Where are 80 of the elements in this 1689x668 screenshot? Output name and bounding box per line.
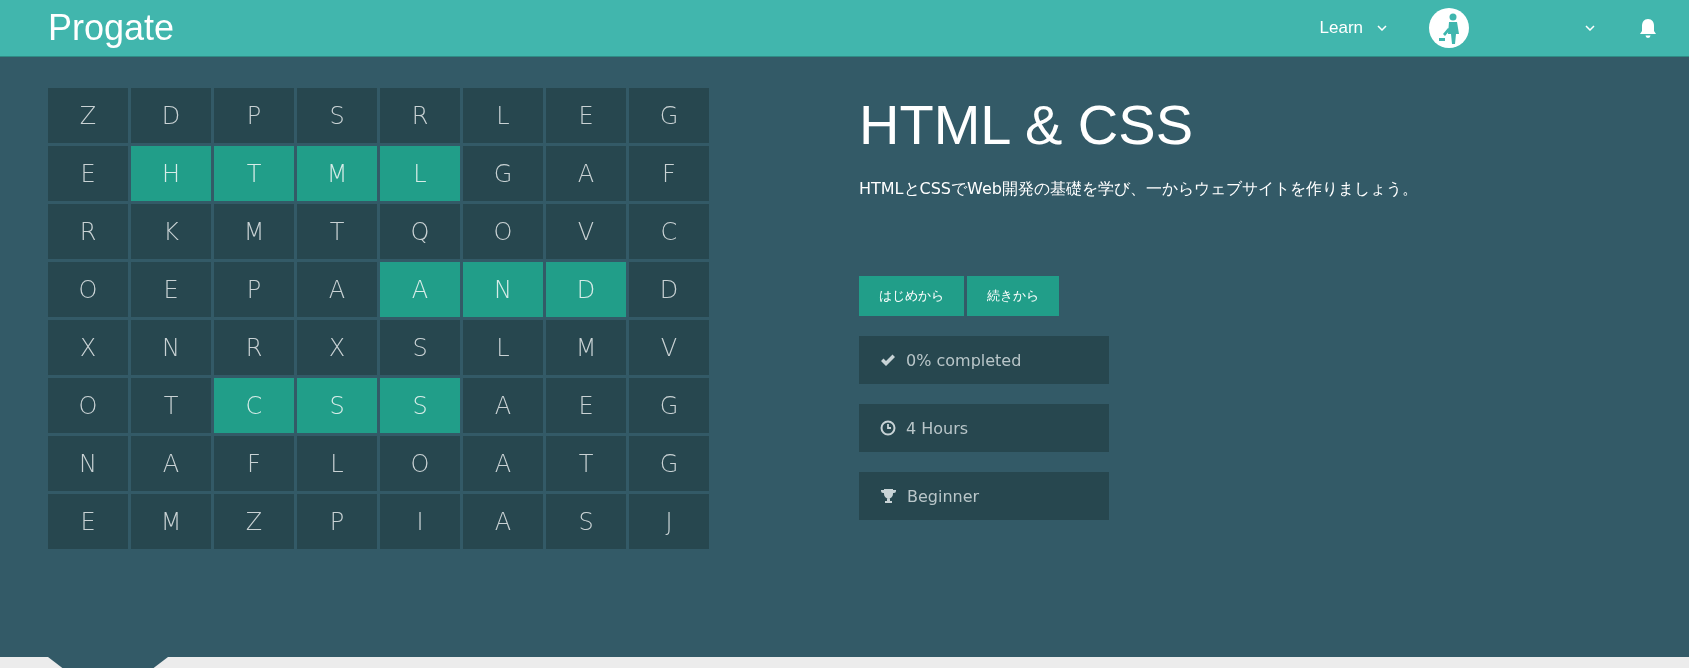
letter-tile: P xyxy=(214,88,294,143)
letter-tile: C xyxy=(629,204,709,259)
letter-tile: G xyxy=(629,436,709,491)
letter-tile: O xyxy=(48,262,128,317)
bell-icon[interactable] xyxy=(1639,18,1657,38)
stat-text: Beginner xyxy=(907,486,980,506)
letter-tile: E xyxy=(546,88,626,143)
letter-tile: F xyxy=(214,436,294,491)
letter-tile: T xyxy=(214,146,294,201)
letter-tile: E xyxy=(131,262,211,317)
clock-icon xyxy=(880,420,896,436)
start-button[interactable]: 続きから xyxy=(967,276,1059,316)
learn-menu[interactable]: Learn xyxy=(1319,18,1387,38)
letter-tile: V xyxy=(546,204,626,259)
checkmark-icon xyxy=(880,353,896,367)
letter-tile: X xyxy=(297,320,377,375)
letter-tile: K xyxy=(131,204,211,259)
letter-tile: A xyxy=(380,262,460,317)
avatar-icon[interactable] xyxy=(1429,8,1469,48)
letter-tile: S xyxy=(297,378,377,433)
letter-tile: A xyxy=(131,436,211,491)
letter-tile: A xyxy=(463,494,543,549)
letter-tile: E xyxy=(48,146,128,201)
letter-tile: A xyxy=(463,378,543,433)
letter-tile: J xyxy=(629,494,709,549)
letter-tile: P xyxy=(214,262,294,317)
letter-tile: A xyxy=(297,262,377,317)
letter-tile: G xyxy=(629,88,709,143)
letter-tile: S xyxy=(380,320,460,375)
letter-tile: L xyxy=(380,146,460,201)
letter-tile: X xyxy=(48,320,128,375)
letter-tile: A xyxy=(546,146,626,201)
letter-tile: D xyxy=(131,88,211,143)
letter-tile: P xyxy=(297,494,377,549)
letter-tile: E xyxy=(48,494,128,549)
letter-tile: L xyxy=(463,88,543,143)
letter-tile: N xyxy=(131,320,211,375)
stat-text: 4 Hours xyxy=(906,418,969,438)
letter-tile: E xyxy=(546,378,626,433)
letter-tile: M xyxy=(546,320,626,375)
letter-tile: L xyxy=(463,320,543,375)
letter-tile: T xyxy=(131,378,211,433)
letter-tile: R xyxy=(380,88,460,143)
letter-tile: Z xyxy=(214,494,294,549)
letter-tile: Q xyxy=(380,204,460,259)
letter-tile: S xyxy=(546,494,626,549)
letter-tile: R xyxy=(214,320,294,375)
letter-tile: S xyxy=(380,378,460,433)
letter-tile: R xyxy=(48,204,128,259)
letter-tile: N xyxy=(463,262,543,317)
letter-tile: T xyxy=(546,436,626,491)
letter-tile: M xyxy=(297,146,377,201)
letter-tile: I xyxy=(380,494,460,549)
course-title: HTML & CSS xyxy=(859,92,1193,157)
logo[interactable]: Progate xyxy=(48,7,175,49)
letter-tile: Z xyxy=(48,88,128,143)
letter-tile: C xyxy=(214,378,294,433)
letter-tile: L xyxy=(297,436,377,491)
letter-tile: O xyxy=(48,378,128,433)
letter-tile: M xyxy=(214,204,294,259)
letter-tile: S xyxy=(297,88,377,143)
letter-tile: F xyxy=(629,146,709,201)
letter-tile: V xyxy=(629,320,709,375)
stat-text: 0% completed xyxy=(906,350,1022,370)
letter-tile: H xyxy=(131,146,211,201)
letter-tile: D xyxy=(629,262,709,317)
letter-tile: M xyxy=(131,494,211,549)
letter-tile: A xyxy=(463,436,543,491)
letter-tile: D xyxy=(546,262,626,317)
trophy-icon xyxy=(880,488,897,504)
letter-tile: G xyxy=(629,378,709,433)
letter-tile: G xyxy=(463,146,543,201)
start-button[interactable]: はじめから xyxy=(859,276,964,316)
letter-tile: O xyxy=(380,436,460,491)
letter-tile: N xyxy=(48,436,128,491)
course-description: HTMLとCSSでWeb開発の基礎を学び、一からウェブサイトを作りましょう。 xyxy=(859,179,1418,200)
caret-icon[interactable] xyxy=(1585,25,1595,31)
letter-tile: O xyxy=(463,204,543,259)
caret-icon xyxy=(1377,25,1387,31)
letter-tile: T xyxy=(297,204,377,259)
